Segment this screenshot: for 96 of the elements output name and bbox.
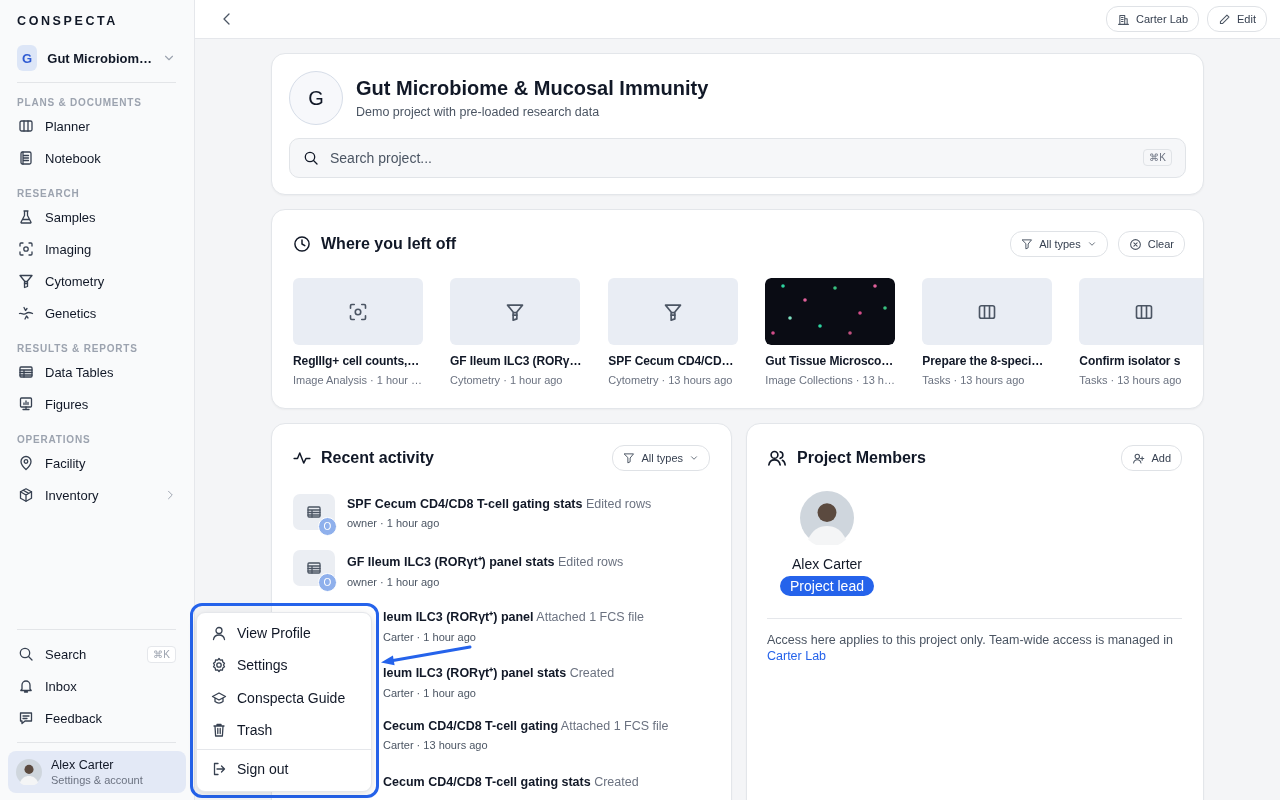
- menu-item[interactable]: View Profile: [197, 617, 371, 650]
- account-button[interactable]: Alex Carter Settings & account: [8, 751, 186, 793]
- filter-icon: [623, 452, 636, 464]
- team-link[interactable]: Carter Lab: [767, 649, 827, 663]
- user-badge: O: [318, 572, 337, 592]
- table-icon: [306, 559, 322, 576]
- menu-item[interactable]: Settings: [197, 649, 371, 682]
- menu-item[interactable]: Trash: [197, 714, 371, 747]
- activity-text: SPF Cecum CD4/CD8 T-cell gating stats Edited rows: [347, 497, 652, 511]
- add-button[interactable]: Add: [1121, 445, 1182, 471]
- add-user-icon: [1132, 451, 1146, 465]
- section-title: Project Members: [797, 449, 926, 467]
- funnel-icon: [18, 273, 34, 289]
- nav-item[interactable]: Inventory: [8, 479, 176, 511]
- bell-icon: [18, 678, 34, 694]
- chat-icon: [18, 710, 34, 726]
- user-badge: O: [318, 517, 337, 536]
- avatar: [800, 491, 854, 545]
- table-icon: [306, 504, 322, 520]
- shortcut-key: ⌘K: [1143, 149, 1172, 166]
- section-label: OPERATIONS: [16, 433, 92, 447]
- top-button[interactable]: Edit: [1207, 6, 1267, 32]
- member-name: Alex Carter: [792, 556, 862, 572]
- columns-icon: [18, 118, 34, 134]
- chart-board-icon: [18, 396, 34, 412]
- menu-item[interactable]: Conspecta Guide: [197, 681, 371, 714]
- menu-item[interactable]: Sign out: [197, 749, 371, 787]
- nav-item[interactable]: Feedback: [8, 702, 176, 734]
- nav-item[interactable]: Notebook: [8, 142, 176, 174]
- account-name: Alex Carter: [51, 758, 115, 772]
- nav-item[interactable]: Figures: [8, 388, 176, 420]
- chevron-down-icon: [689, 453, 699, 463]
- activity-text: Cecum CD4/CD8 T-cell gating Attached 1 FCS file: [383, 719, 669, 733]
- activity-meta: Carter · 13 hours ago: [383, 739, 489, 751]
- nav-item[interactable]: Inbox: [8, 670, 176, 702]
- nav-item[interactable]: Data Tables: [8, 356, 176, 388]
- shortcut-key: ⌘K: [147, 645, 176, 663]
- pencil-icon: [1218, 12, 1232, 26]
- project-selector[interactable]: G Gut Microbiom…: [17, 42, 176, 74]
- project-subtitle: Demo project with pre-loaded research data: [356, 105, 601, 119]
- funnel-icon: [663, 301, 684, 322]
- project-avatar: G: [289, 71, 343, 125]
- chevron-down-icon: [1086, 239, 1097, 249]
- activity-text: GF Ileum ILC3 (RORγt⁺) panel stats Edited rows: [347, 553, 624, 570]
- funnel-icon: [505, 301, 525, 322]
- table-icon: [18, 364, 34, 380]
- logo: CONSPECTA: [17, 14, 119, 29]
- clear-button[interactable]: Clear: [1117, 231, 1185, 257]
- activity-meta: owner · 1 hour ago: [347, 517, 441, 529]
- section-label: PLANS & DOCUMENTS: [16, 96, 143, 110]
- nav-item[interactable]: Imaging: [8, 233, 176, 265]
- activity-meta: Carter · 1 hour ago: [383, 631, 477, 643]
- building-icon: [1117, 12, 1131, 26]
- project-initial: G: [17, 45, 38, 71]
- nav-item[interactable]: Facility: [8, 447, 176, 479]
- filter-button[interactable]: All types: [1010, 231, 1108, 257]
- filter-button[interactable]: All types: [612, 445, 710, 471]
- activity-meta: owner · 1 hour ago: [347, 575, 441, 588]
- nav-item[interactable]: Genetics: [8, 297, 176, 329]
- settings-icon: [211, 657, 227, 674]
- scan-icon: [348, 301, 368, 322]
- box-icon: [18, 487, 34, 503]
- section-title: Where you left off: [321, 235, 457, 253]
- section-label: RESULTS & REPORTS: [16, 342, 139, 356]
- filter-icon: [1021, 238, 1034, 250]
- scan-icon: [18, 241, 34, 257]
- search-icon: [18, 646, 34, 662]
- section-label: RESEARCH: [16, 187, 81, 201]
- clear-icon: [1128, 237, 1142, 251]
- recent-item[interactable]: Gut Tissue Microsco… Image Collections · 13 h…: [765, 278, 896, 386]
- search-icon: [303, 150, 319, 166]
- activity-icon: [293, 449, 311, 467]
- account-subtitle: Settings & account: [51, 774, 143, 786]
- nav-item[interactable]: Cytometry: [8, 265, 176, 297]
- activity-text: leum ILC3 (RORγt⁺) panel stats Created: [383, 664, 615, 681]
- section-title: Recent activity: [321, 449, 434, 467]
- document-icon: [18, 150, 34, 166]
- access-note: Access here applies to this project only. Team-wide access is managed in Carter Lab: [767, 632, 1174, 664]
- avatar: [16, 759, 42, 785]
- activity-text: leum ILC3 (RORγt⁺) panel Attached 1 FCS file: [383, 609, 645, 625]
- nav-item[interactable]: Planner: [8, 110, 176, 142]
- sign-out-icon: [211, 760, 227, 777]
- role-badge: Project lead: [780, 576, 874, 596]
- flask-icon: [18, 209, 34, 225]
- dna-icon: [18, 305, 34, 321]
- project-title: Gut Microbiome & Mucosal Immunity: [356, 77, 709, 100]
- location-pin-icon: [18, 455, 34, 471]
- activity-text: Cecum CD4/CD8 T-cell gating stats Created: [383, 774, 639, 789]
- clock-icon: [293, 235, 311, 253]
- activity-meta: Carter · 1 hour ago: [383, 686, 477, 699]
- users-icon: [767, 448, 787, 468]
- nav-item[interactable]: Search ⌘K: [8, 638, 176, 670]
- user-icon: [211, 625, 227, 642]
- trash-icon: [211, 722, 227, 739]
- top-button[interactable]: Carter Lab: [1106, 6, 1200, 32]
- nav-item[interactable]: Samples: [8, 201, 176, 233]
